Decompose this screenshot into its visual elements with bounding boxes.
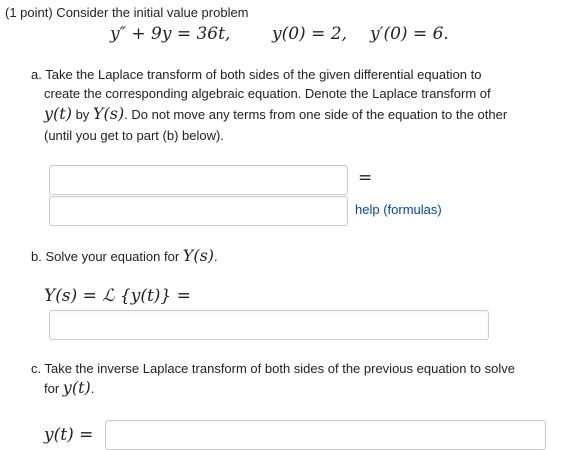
part-b-label: Y(s) = ℒ {y(t)} = [44,286,191,306]
math-y-of-t-c: y(t) [62,378,91,397]
math-Y-of-s-b: Y(s) [182,246,215,265]
math-Y-of-s: Y(s) [92,104,125,123]
part-c-input[interactable] [105,420,546,450]
part-c-line-2-end: . [90,381,95,396]
part-b-prompt-text: b. Solve your equation for [31,249,183,264]
part-a-rhs-input[interactable] [49,196,348,226]
initial-condition-1: y(0) = 2, [272,24,347,44]
problem-intro: (1 point) Consider the initial value pro… [5,5,249,20]
part-a-line-3-rest: . Do not move any terms from one side of… [124,107,508,122]
part-a-line-1: a. Take the Laplace transform of both si… [31,67,482,82]
part-a-line-3: y(t) by Y(s). Do not move any terms from… [44,104,507,124]
part-c-label: y(t) = [44,425,94,445]
part-a-equals-sign: = [358,168,373,188]
part-c-for: for [44,381,63,396]
math-y-of-t: y(t) [44,104,72,123]
initial-condition-2: y′(0) = 6. [370,24,449,44]
part-c-line-1: c. Take the inverse Laplace transform of… [31,361,515,376]
help-formulas-link[interactable]: help (formulas) [355,202,442,217]
part-b-input[interactable] [49,310,489,340]
part-b-prompt: b. Solve your equation for Y(s). [31,246,218,266]
part-a-line-4: (until you get to part (b) below). [44,128,224,143]
part-a-line-2: create the corresponding algebraic equat… [44,86,491,101]
part-a-lhs-input[interactable] [49,165,348,195]
part-c-line-2: for y(t). [44,378,94,398]
problem-equation: y″ + 9y = 36t, [110,24,231,44]
part-b-prompt-end: . [214,249,218,264]
part-a-by: by [71,107,93,122]
